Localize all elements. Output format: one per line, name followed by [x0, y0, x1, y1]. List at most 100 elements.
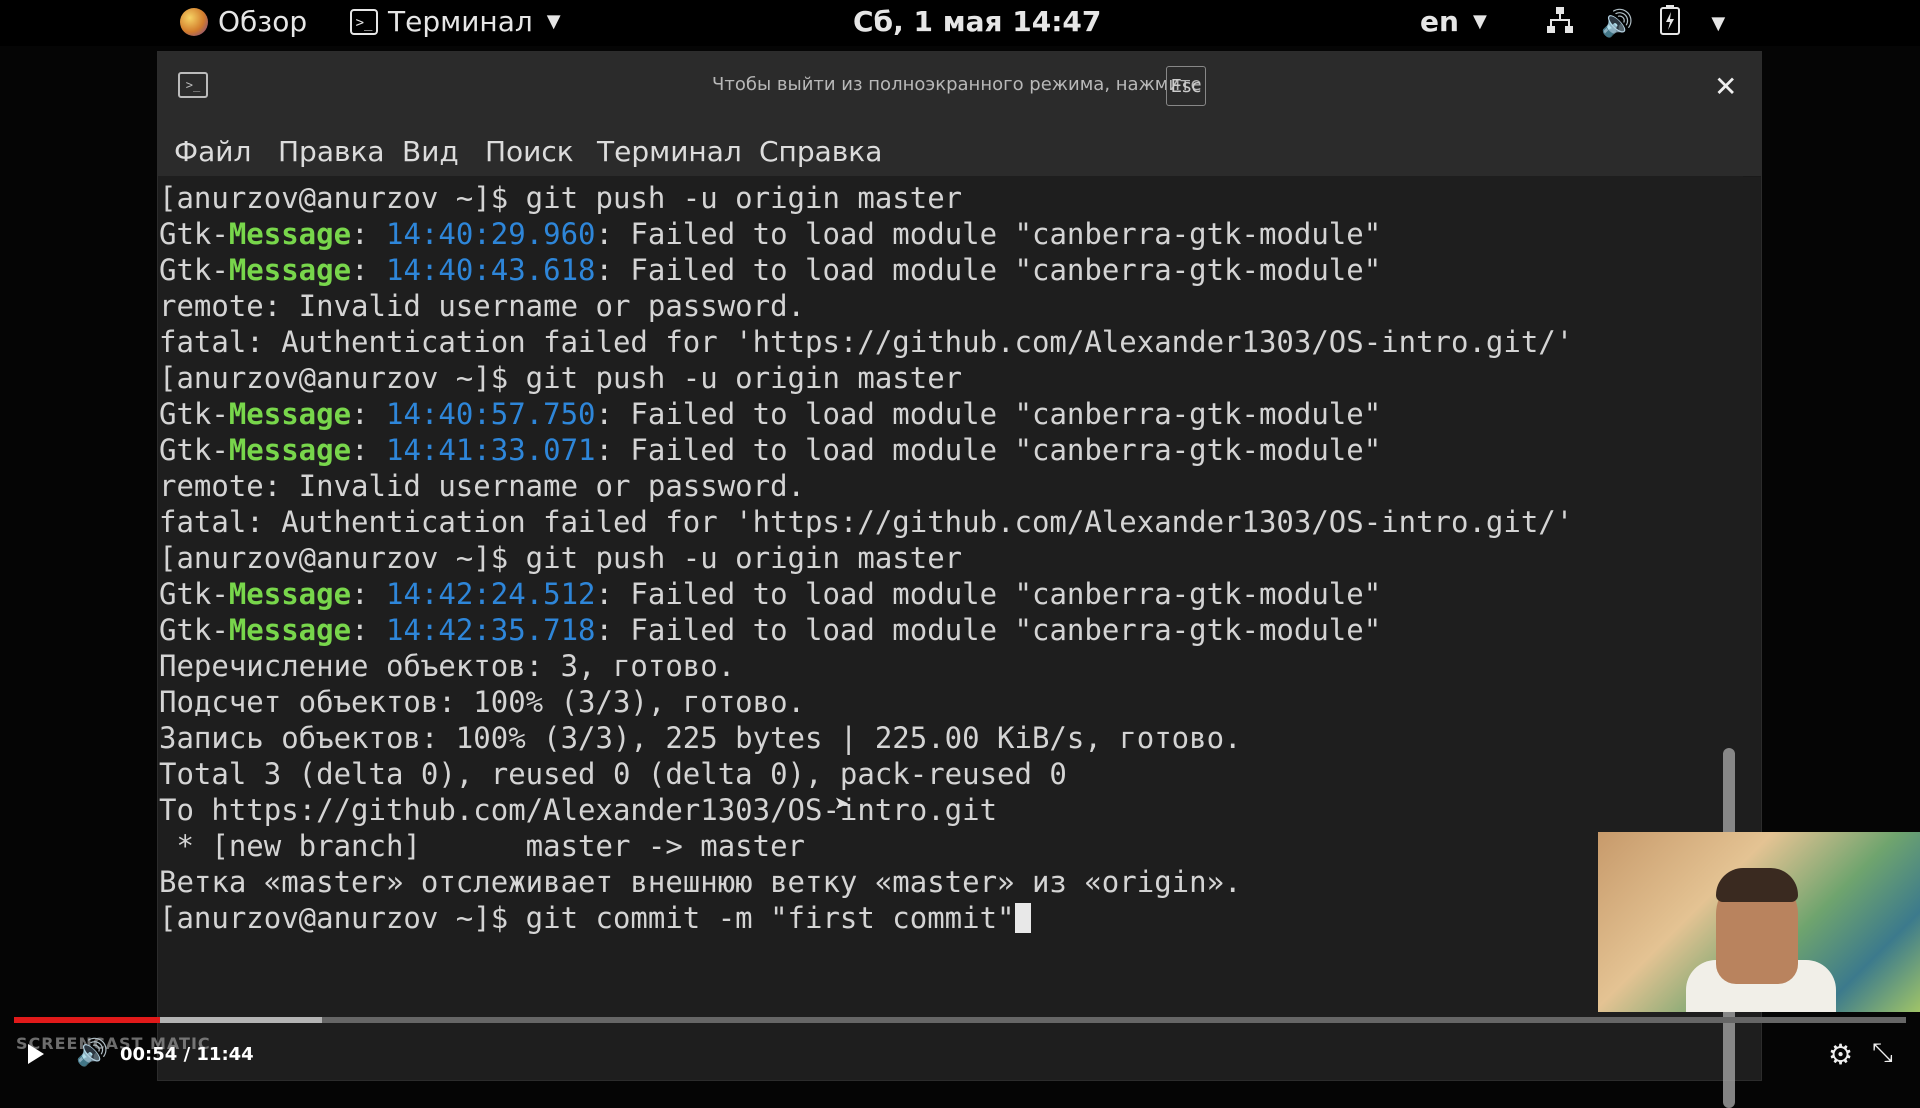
terminal-line: fatal: Authentication failed for 'https:…	[159, 324, 1573, 360]
terminal-line: Gtk-Message: 14:42:24.512: Failed to loa…	[159, 576, 1573, 612]
terminal-line: Gtk-Message: 14:40:43.618: Failed to loa…	[159, 252, 1573, 288]
gtk-message-label: Message	[228, 433, 352, 467]
terminal-output[interactable]: [anurzov@anurzov ~]$ git push -u origin …	[158, 176, 1743, 1108]
line-text: Перечисление объектов: 3, готово.	[159, 649, 736, 683]
menu-edit[interactable]: Правка	[278, 135, 385, 168]
gtk-prefix: Gtk-	[159, 253, 229, 287]
gtk-message-label: Message	[228, 397, 352, 431]
terminal-line: fatal: Authentication failed for 'https:…	[159, 504, 1573, 540]
menu-bar: Файл Правка Вид Поиск Терминал Справка	[158, 120, 1761, 177]
separator: :	[351, 217, 386, 251]
terminal-window: >_ Чтобы выйти из полноэкранного режима,…	[158, 52, 1761, 1108]
esc-key-badge: Esc	[1166, 66, 1206, 106]
message-text: : Failed to load module "canberra-gtk-mo…	[595, 613, 1382, 647]
terminal-line: Gtk-Message: 14:40:29.960: Failed to loa…	[159, 216, 1573, 252]
system-menu-button[interactable]: 🔊 ▼	[1545, 5, 1725, 42]
gtk-prefix: Gtk-	[159, 397, 229, 431]
menu-search[interactable]: Поиск	[485, 135, 574, 168]
line-text: [anurzov@anurzov ~]$ git commit -m "firs…	[159, 901, 1015, 935]
app-menu-label: Терминал	[388, 5, 533, 38]
menu-help[interactable]: Справка	[759, 135, 882, 168]
gtk-prefix: Gtk-	[159, 217, 229, 251]
chevron-down-icon: ▼	[546, 11, 561, 32]
chevron-down-icon: ▼	[1711, 13, 1726, 34]
line-text: Ветка «master» отслеживает внешнюю ветку…	[159, 865, 1242, 899]
terminal-line: Ветка «master» отслеживает внешнюю ветку…	[159, 864, 1573, 900]
message-text: : Failed to load module "canberra-gtk-mo…	[595, 217, 1382, 251]
webcam-hair	[1716, 868, 1798, 902]
line-text: Подсчет объектов: 100% (3/3), готово.	[159, 685, 806, 719]
language-selector[interactable]: en ▼	[1420, 5, 1487, 38]
volume-icon[interactable]: 🔊	[76, 1038, 108, 1068]
terminal-line: [anurzov@anurzov ~]$ git commit -m "firs…	[159, 900, 1573, 936]
progress-played	[14, 1017, 160, 1023]
terminal-line: [anurzov@anurzov ~]$ git push -u origin …	[159, 360, 1573, 396]
menu-file[interactable]: Файл	[174, 135, 251, 168]
progress-bar[interactable]	[14, 1017, 1906, 1023]
message-text: : Failed to load module "canberra-gtk-mo…	[595, 397, 1382, 431]
gtk-message-label: Message	[228, 577, 352, 611]
terminal-line: remote: Invalid username or password.	[159, 288, 1573, 324]
new-tab-icon[interactable]: >_	[178, 72, 208, 98]
menu-view[interactable]: Вид	[402, 135, 459, 168]
terminal-line: Gtk-Message: 14:41:33.071: Failed to loa…	[159, 432, 1573, 468]
webcam-overlay	[1598, 832, 1920, 1012]
app-menu-button[interactable]: >_ Терминал ▼	[350, 5, 561, 38]
terminal-line: [anurzov@anurzov ~]$ git push -u origin …	[159, 180, 1573, 216]
terminal-line: Gtk-Message: 14:40:57.750: Failed to loa…	[159, 396, 1573, 432]
play-icon[interactable]	[28, 1044, 44, 1064]
message-text: : Failed to load module "canberra-gtk-mo…	[595, 433, 1382, 467]
terminal-icon: >_	[350, 8, 378, 35]
activities-button[interactable]: Обзор	[180, 5, 307, 38]
network-icon	[1545, 5, 1575, 42]
timestamp: 14:42:24.512	[385, 577, 596, 611]
language-label: en	[1420, 5, 1459, 38]
terminal-line: Gtk-Message: 14:42:35.718: Failed to loa…	[159, 612, 1573, 648]
line-text: * [new branch] master -> master	[159, 829, 806, 863]
line-text: To https://github.com/Alexander1303/OS-i…	[159, 793, 998, 827]
gtk-prefix: Gtk-	[159, 577, 229, 611]
line-text: Total 3 (delta 0), reused 0 (delta 0), p…	[159, 757, 1067, 791]
gnome-top-bar: Обзор >_ Терминал ▼ Сб, 1 мая 14:47 en ▼…	[0, 0, 1920, 46]
gtk-message-label: Message	[228, 613, 352, 647]
chevron-down-icon: ▼	[1472, 11, 1487, 32]
gtk-prefix: Gtk-	[159, 613, 229, 647]
terminal-line: [anurzov@anurzov ~]$ git push -u origin …	[159, 540, 1573, 576]
gtk-prefix: Gtk-	[159, 433, 229, 467]
gear-icon[interactable]: ⚙	[1828, 1038, 1853, 1071]
line-text: remote: Invalid username or password.	[159, 469, 806, 503]
fullscreen-exit-hint: Чтобы выйти из полноэкранного режима, на…	[712, 74, 1202, 95]
line-text: Запись объектов: 100% (3/3), 225 bytes |…	[159, 721, 1242, 755]
gnome-logo-icon	[180, 7, 208, 36]
line-text: [anurzov@anurzov ~]$ git push -u origin …	[159, 361, 963, 395]
separator: :	[351, 577, 386, 611]
timestamp: 14:41:33.071	[385, 433, 596, 467]
close-icon[interactable]: ✕	[1714, 70, 1737, 103]
line-text: fatal: Authentication failed for 'https:…	[159, 325, 1574, 359]
text-cursor	[1014, 903, 1031, 933]
terminal-line: remote: Invalid username or password.	[159, 468, 1573, 504]
separator: :	[351, 613, 386, 647]
clock-button[interactable]: Сб, 1 мая 14:47	[853, 5, 1101, 38]
terminal-line: Total 3 (delta 0), reused 0 (delta 0), p…	[159, 756, 1573, 792]
timestamp: 14:40:43.618	[385, 253, 596, 287]
message-text: : Failed to load module "canberra-gtk-mo…	[595, 577, 1382, 611]
playback-time: 00:54 / 11:44	[120, 1044, 254, 1065]
line-text: remote: Invalid username or password.	[159, 289, 806, 323]
separator: :	[351, 397, 386, 431]
terminal-lines: [anurzov@anurzov ~]$ git push -u origin …	[159, 180, 1573, 936]
fullscreen-icon[interactable]: ⤡	[1872, 1038, 1893, 1069]
line-text: fatal: Authentication failed for 'https:…	[159, 505, 1574, 539]
line-text: [anurzov@anurzov ~]$ git push -u origin …	[159, 181, 963, 215]
message-text: : Failed to load module "canberra-gtk-mo…	[595, 253, 1382, 287]
separator: :	[351, 253, 386, 287]
gtk-message-label: Message	[228, 253, 352, 287]
battery-icon	[1659, 5, 1681, 42]
menu-terminal[interactable]: Терминал	[597, 135, 742, 168]
activities-label: Обзор	[218, 5, 308, 38]
timestamp: 14:40:57.750	[385, 397, 596, 431]
separator: :	[351, 433, 386, 467]
line-text: [anurzov@anurzov ~]$ git push -u origin …	[159, 541, 963, 575]
terminal-line: Подсчет объектов: 100% (3/3), готово.	[159, 684, 1573, 720]
terminal-line: Запись объектов: 100% (3/3), 225 bytes |…	[159, 720, 1573, 756]
